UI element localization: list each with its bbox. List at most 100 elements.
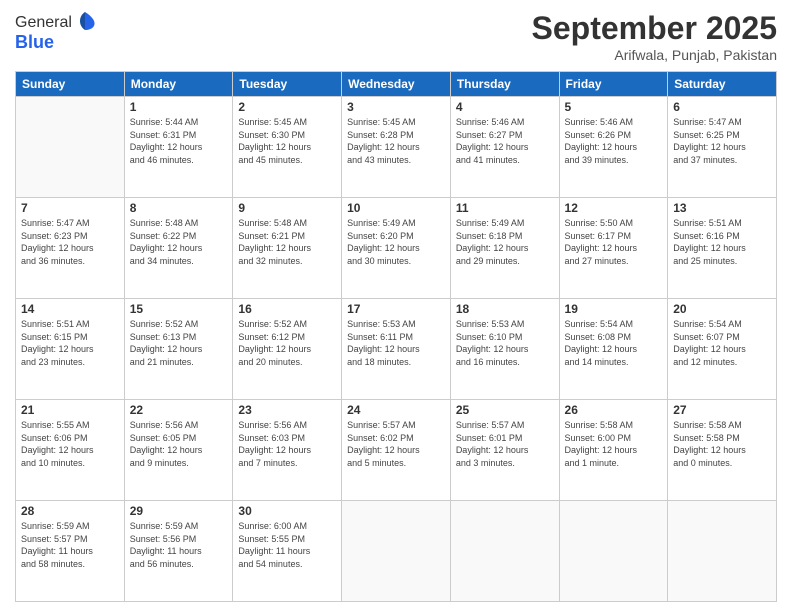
calendar-cell: 8 Sunrise: 5:48 AM Sunset: 6:22 PM Daylig… <box>124 198 233 299</box>
day-info: Sunrise: 5:52 AM Sunset: 6:12 PM Dayligh… <box>238 318 336 368</box>
day-number: 16 <box>238 302 336 316</box>
day-number: 28 <box>21 504 119 518</box>
day-info: Sunrise: 5:59 AM Sunset: 5:56 PM Dayligh… <box>130 520 228 570</box>
day-info: Sunrise: 5:47 AM Sunset: 6:23 PM Dayligh… <box>21 217 119 267</box>
header-thursday: Thursday <box>450 72 559 97</box>
calendar-cell: 15 Sunrise: 5:52 AM Sunset: 6:13 PM Dayli… <box>124 299 233 400</box>
calendar-cell: 20Sunrise: 5:54 AM Sunset: 6:07 PM Dayli… <box>668 299 777 400</box>
day-number: 23 <box>238 403 336 417</box>
day-info: Sunrise: 5:54 AM Sunset: 6:08 PM Dayligh… <box>565 318 663 368</box>
day-number: 7 <box>21 201 119 215</box>
calendar-cell: 25 Sunrise: 5:57 AM Sunset: 6:01 PM Dayli… <box>450 400 559 501</box>
week-row-3: 14 Sunrise: 5:51 AM Sunset: 6:15 PM Dayli… <box>16 299 777 400</box>
calendar-cell: 3Sunrise: 5:45 AM Sunset: 6:28 PM Daylig… <box>342 97 451 198</box>
day-number: 15 <box>130 302 228 316</box>
header-sunday: Sunday <box>16 72 125 97</box>
day-number: 30 <box>238 504 336 518</box>
calendar-cell: 23 Sunrise: 5:56 AM Sunset: 6:03 PM Dayli… <box>233 400 342 501</box>
day-number: 24 <box>347 403 445 417</box>
logo: General Blue <box>15 10 96 53</box>
day-info: Sunrise: 5:50 AM Sunset: 6:17 PM Dayligh… <box>565 217 663 267</box>
calendar-cell: 18 Sunrise: 5:53 AM Sunset: 6:10 PM Dayli… <box>450 299 559 400</box>
month-title: September 2025 <box>532 10 777 47</box>
header-tuesday: Tuesday <box>233 72 342 97</box>
day-number: 6 <box>673 100 771 114</box>
day-number: 17 <box>347 302 445 316</box>
day-number: 14 <box>21 302 119 316</box>
calendar-cell: 29 Sunrise: 5:59 AM Sunset: 5:56 PM Dayli… <box>124 501 233 602</box>
calendar-cell <box>342 501 451 602</box>
day-info: Sunrise: 5:58 AM Sunset: 5:58 PM Dayligh… <box>673 419 771 469</box>
calendar-cell <box>16 97 125 198</box>
week-row-4: 21Sunrise: 5:55 AM Sunset: 6:06 PM Dayli… <box>16 400 777 501</box>
calendar-table: Sunday Monday Tuesday Wednesday Thursday… <box>15 71 777 602</box>
day-info: Sunrise: 5:51 AM Sunset: 6:15 PM Dayligh… <box>21 318 119 368</box>
day-number: 3 <box>347 100 445 114</box>
day-number: 11 <box>456 201 554 215</box>
day-info: Sunrise: 5:56 AM Sunset: 6:05 PM Dayligh… <box>130 419 228 469</box>
calendar-cell: 30 Sunrise: 6:00 AM Sunset: 5:55 PM Dayli… <box>233 501 342 602</box>
day-info: Sunrise: 5:49 AM Sunset: 6:20 PM Dayligh… <box>347 217 445 267</box>
day-number: 12 <box>565 201 663 215</box>
day-info: Sunrise: 5:57 AM Sunset: 6:02 PM Dayligh… <box>347 419 445 469</box>
header-saturday: Saturday <box>668 72 777 97</box>
day-info: Sunrise: 5:58 AM Sunset: 6:00 PM Dayligh… <box>565 419 663 469</box>
location-title: Arifwala, Punjab, Pakistan <box>532 47 777 63</box>
day-number: 4 <box>456 100 554 114</box>
day-info: Sunrise: 5:53 AM Sunset: 6:11 PM Dayligh… <box>347 318 445 368</box>
day-info: Sunrise: 5:56 AM Sunset: 6:03 PM Dayligh… <box>238 419 336 469</box>
day-info: Sunrise: 5:59 AM Sunset: 5:57 PM Dayligh… <box>21 520 119 570</box>
day-info: Sunrise: 5:52 AM Sunset: 6:13 PM Dayligh… <box>130 318 228 368</box>
day-number: 2 <box>238 100 336 114</box>
header-monday: Monday <box>124 72 233 97</box>
day-number: 18 <box>456 302 554 316</box>
calendar-cell: 2Sunrise: 5:45 AM Sunset: 6:30 PM Daylig… <box>233 97 342 198</box>
page: General Blue September 2025 Arifwala, Pu… <box>0 0 792 612</box>
day-number: 1 <box>130 100 228 114</box>
day-info: Sunrise: 6:00 AM Sunset: 5:55 PM Dayligh… <box>238 520 336 570</box>
day-number: 26 <box>565 403 663 417</box>
week-row-2: 7 Sunrise: 5:47 AM Sunset: 6:23 PM Daylig… <box>16 198 777 299</box>
day-info: Sunrise: 5:49 AM Sunset: 6:18 PM Dayligh… <box>456 217 554 267</box>
calendar-cell: 12 Sunrise: 5:50 AM Sunset: 6:17 PM Dayli… <box>559 198 668 299</box>
calendar-cell: 19Sunrise: 5:54 AM Sunset: 6:08 PM Dayli… <box>559 299 668 400</box>
calendar-cell: 11 Sunrise: 5:49 AM Sunset: 6:18 PM Dayli… <box>450 198 559 299</box>
day-number: 25 <box>456 403 554 417</box>
calendar-cell: 6 Sunrise: 5:47 AM Sunset: 6:25 PM Daylig… <box>668 97 777 198</box>
calendar-cell: 7 Sunrise: 5:47 AM Sunset: 6:23 PM Daylig… <box>16 198 125 299</box>
header-wednesday: Wednesday <box>342 72 451 97</box>
calendar-cell: 4Sunrise: 5:46 AM Sunset: 6:27 PM Daylig… <box>450 97 559 198</box>
day-number: 9 <box>238 201 336 215</box>
title-block: September 2025 Arifwala, Punjab, Pakista… <box>532 10 777 63</box>
day-number: 22 <box>130 403 228 417</box>
calendar-cell: 22 Sunrise: 5:56 AM Sunset: 6:05 PM Dayli… <box>124 400 233 501</box>
day-info: Sunrise: 5:48 AM Sunset: 6:22 PM Dayligh… <box>130 217 228 267</box>
day-info: Sunrise: 5:47 AM Sunset: 6:25 PM Dayligh… <box>673 116 771 166</box>
day-number: 8 <box>130 201 228 215</box>
calendar-cell: 26 Sunrise: 5:58 AM Sunset: 6:00 PM Dayli… <box>559 400 668 501</box>
day-info: Sunrise: 5:51 AM Sunset: 6:16 PM Dayligh… <box>673 217 771 267</box>
day-number: 13 <box>673 201 771 215</box>
day-number: 27 <box>673 403 771 417</box>
day-number: 29 <box>130 504 228 518</box>
calendar-cell: 27 Sunrise: 5:58 AM Sunset: 5:58 PM Dayli… <box>668 400 777 501</box>
day-info: Sunrise: 5:57 AM Sunset: 6:01 PM Dayligh… <box>456 419 554 469</box>
day-info: Sunrise: 5:44 AM Sunset: 6:31 PM Dayligh… <box>130 116 228 166</box>
calendar-cell <box>668 501 777 602</box>
calendar-cell: 21Sunrise: 5:55 AM Sunset: 6:06 PM Dayli… <box>16 400 125 501</box>
day-info: Sunrise: 5:54 AM Sunset: 6:07 PM Dayligh… <box>673 318 771 368</box>
calendar-cell: 10 Sunrise: 5:49 AM Sunset: 6:20 PM Dayli… <box>342 198 451 299</box>
calendar-cell: 9 Sunrise: 5:48 AM Sunset: 6:21 PM Daylig… <box>233 198 342 299</box>
day-info: Sunrise: 5:53 AM Sunset: 6:10 PM Dayligh… <box>456 318 554 368</box>
calendar-cell: 17 Sunrise: 5:53 AM Sunset: 6:11 PM Dayli… <box>342 299 451 400</box>
calendar-cell: 28 Sunrise: 5:59 AM Sunset: 5:57 PM Dayli… <box>16 501 125 602</box>
calendar-cell <box>450 501 559 602</box>
day-number: 10 <box>347 201 445 215</box>
calendar-cell: 13 Sunrise: 5:51 AM Sunset: 6:16 PM Dayli… <box>668 198 777 299</box>
calendar-cell <box>559 501 668 602</box>
logo-icon <box>74 10 96 32</box>
day-info: Sunrise: 5:48 AM Sunset: 6:21 PM Dayligh… <box>238 217 336 267</box>
calendar-cell: 24 Sunrise: 5:57 AM Sunset: 6:02 PM Dayli… <box>342 400 451 501</box>
day-info: Sunrise: 5:55 AM Sunset: 6:06 PM Dayligh… <box>21 419 119 469</box>
calendar-cell: 14 Sunrise: 5:51 AM Sunset: 6:15 PM Dayli… <box>16 299 125 400</box>
